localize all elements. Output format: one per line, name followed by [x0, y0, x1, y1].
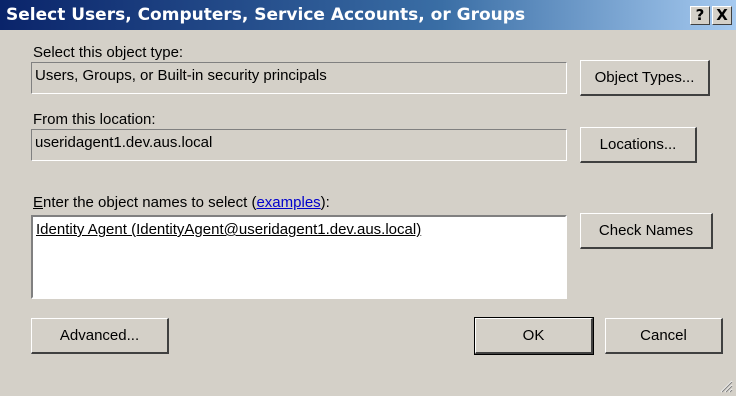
- location-value: useridagent1.dev.aus.local: [35, 134, 213, 151]
- cancel-button[interactable]: Cancel: [605, 318, 723, 354]
- advanced-button[interactable]: Advanced...: [31, 318, 169, 354]
- object-types-button[interactable]: Object Types...: [580, 60, 710, 96]
- select-users-dialog: Select Users, Computers, Service Account…: [0, 0, 736, 396]
- dialog-body: Select this object type: Users, Groups, …: [0, 30, 736, 396]
- locations-button[interactable]: Locations...: [580, 127, 697, 163]
- object-names-value: Identity Agent (IdentityAgent@useridagen…: [36, 221, 422, 238]
- object-names-label-end: ):: [320, 194, 330, 211]
- ok-button[interactable]: OK: [474, 317, 594, 355]
- examples-link[interactable]: examples: [256, 194, 320, 211]
- location-field: useridagent1.dev.aus.local: [31, 129, 567, 161]
- mnemonic-e: E: [33, 194, 44, 211]
- object-type-field: Users, Groups, or Built-in security prin…: [31, 62, 567, 94]
- title-bar[interactable]: Select Users, Computers, Service Account…: [0, 0, 736, 30]
- resize-grip-icon[interactable]: [719, 379, 733, 393]
- object-names-label-text: nter the object names to select (: [43, 194, 257, 211]
- dialog-title: Select Users, Computers, Service Account…: [6, 5, 526, 25]
- check-names-button[interactable]: Check Names: [580, 213, 713, 249]
- object-names-label: Enter the object names to select (exampl…: [33, 194, 330, 211]
- object-names-input[interactable]: Identity Agent (IdentityAgent@useridagen…: [31, 215, 567, 299]
- object-type-value: Users, Groups, or Built-in security prin…: [35, 67, 327, 84]
- help-button[interactable]: ?: [690, 6, 710, 25]
- close-button[interactable]: X: [712, 6, 732, 25]
- object-type-label: Select this object type:: [33, 44, 184, 61]
- location-label: From this location:: [33, 111, 156, 128]
